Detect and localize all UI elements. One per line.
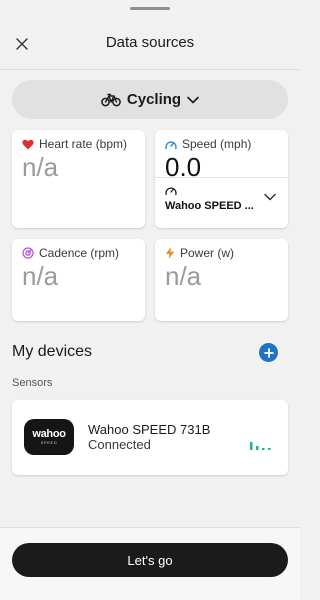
header: Data sources xyxy=(0,22,300,66)
cadence-header: Cadence (rpm) xyxy=(22,246,119,260)
lets-go-button[interactable]: Let's go xyxy=(12,543,288,577)
drag-handle[interactable] xyxy=(130,7,170,10)
device-card[interactable]: wahoo SPEED Wahoo SPEED 731B Connected xyxy=(12,400,288,475)
sensors-label: Sensors xyxy=(12,377,53,389)
device-status: Connected xyxy=(88,437,151,452)
heart-icon xyxy=(22,139,34,149)
device-name: Wahoo SPEED 731B xyxy=(88,422,211,437)
speed-header: Speed (mph) xyxy=(165,137,251,151)
header-divider xyxy=(0,69,300,70)
heart-rate-label: Heart rate (bpm) xyxy=(39,137,128,151)
add-device-button[interactable] xyxy=(259,343,278,362)
logo-word: wahoo xyxy=(32,427,66,440)
heart-rate-header: Heart rate (bpm) xyxy=(22,137,127,151)
sport-selector[interactable]: Cycling xyxy=(12,80,288,119)
signal-strength-icon xyxy=(250,442,271,450)
wahoo-logo: wahoo SPEED xyxy=(24,419,74,455)
speedometer-icon xyxy=(165,140,177,149)
lightning-icon xyxy=(165,247,175,259)
page-title: Data sources xyxy=(105,34,195,51)
cadence-label: Cadence (rpm) xyxy=(39,246,120,260)
power-value: n/a xyxy=(165,261,202,291)
cadence-card[interactable]: Cadence (rpm) n/a xyxy=(12,239,145,321)
bicycle-icon xyxy=(101,93,121,106)
power-card[interactable]: Power (w) n/a xyxy=(155,239,288,321)
speed-card[interactable]: Speed (mph) 0.0 Wahoo SPEED ... xyxy=(155,130,288,228)
speed-sensor-name: Wahoo SPEED ... xyxy=(165,200,254,212)
data-sources-sheet: Data sources Cycling Heart rate (bpm) n/… xyxy=(0,0,300,600)
plus-icon xyxy=(263,347,274,358)
cadence-icon xyxy=(22,247,34,259)
power-label: Power (w) xyxy=(180,246,235,260)
heart-rate-card[interactable]: Heart rate (bpm) n/a xyxy=(12,130,145,228)
cadence-value: n/a xyxy=(22,261,59,291)
speed-value: 0.0 xyxy=(165,152,202,182)
chevron-down-icon[interactable] xyxy=(264,193,276,201)
sport-label: Cycling xyxy=(126,91,182,108)
power-header: Power (w) xyxy=(165,246,234,260)
my-devices-title: My devices xyxy=(12,343,93,360)
chevron-down-icon xyxy=(187,96,199,103)
heart-rate-value: n/a xyxy=(22,152,59,182)
speed-sensor-divider xyxy=(155,177,288,178)
speed-sensor-icon xyxy=(165,187,177,196)
logo-sub: SPEED xyxy=(40,439,58,445)
speed-label: Speed (mph) xyxy=(182,137,252,151)
